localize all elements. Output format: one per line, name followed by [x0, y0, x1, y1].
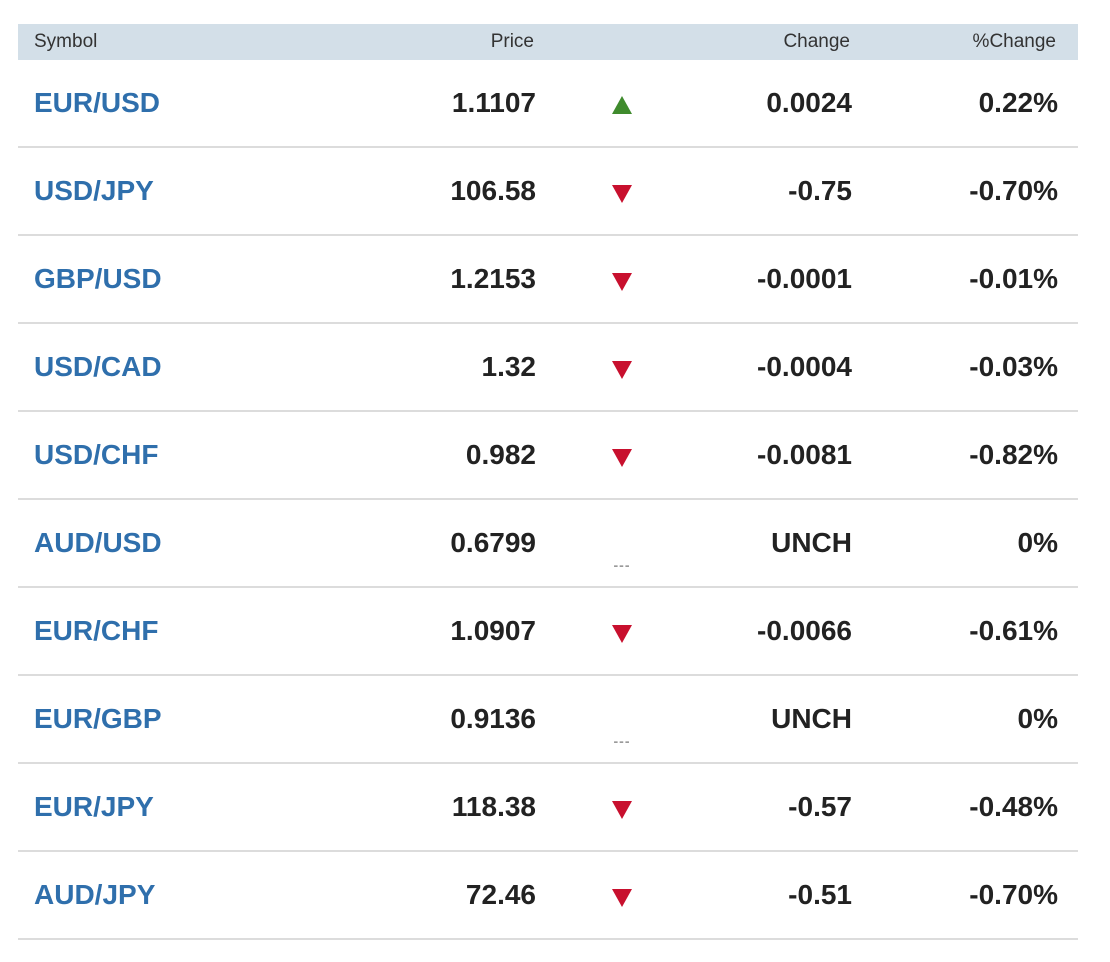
unchanged-dash-icon: ---	[613, 557, 631, 573]
table-row: USD/CHF 0.982 -0.0081 -0.82%	[18, 412, 1078, 500]
currency-quotes-table: Symbol Price Change %Change EUR/USD 1.11…	[18, 24, 1078, 940]
change-value: -0.0001	[757, 263, 852, 294]
table-row: USD/CAD 1.32 -0.0004 -0.03%	[18, 324, 1078, 412]
change-value: -0.0004	[757, 351, 852, 382]
direction-indicator	[608, 439, 636, 472]
symbol-link[interactable]: USD/CHF	[34, 439, 158, 471]
change-value: -0.51	[788, 879, 852, 910]
pct-change-value: -0.61%	[969, 615, 1058, 646]
symbol-link[interactable]: AUD/USD	[34, 527, 162, 559]
table-row: USD/JPY 106.58 -0.75 -0.70%	[18, 148, 1078, 236]
price-value: 0.982	[465, 439, 536, 470]
header-change[interactable]: Change	[783, 31, 850, 53]
change-value: -0.0081	[757, 439, 852, 470]
table-row: AUD/USD 0.6799 --- UNCH 0%	[18, 500, 1078, 588]
change-value: 0.0024	[766, 87, 852, 118]
arrow-down-icon	[612, 272, 632, 291]
table-row: AUD/JPY 72.46 -0.51 -0.70%	[18, 852, 1078, 940]
arrow-down-icon	[612, 624, 632, 643]
pct-change-value: -0.70%	[969, 175, 1058, 206]
symbol-link[interactable]: EUR/CHF	[34, 615, 158, 647]
arrow-up-icon	[612, 95, 632, 114]
table-row: EUR/GBP 0.9136 --- UNCH 0%	[18, 676, 1078, 764]
change-value: -0.75	[788, 175, 852, 206]
direction-indicator	[608, 263, 636, 296]
price-value: 1.0907	[450, 615, 536, 646]
table-row: EUR/CHF 1.0907 -0.0066 -0.61%	[18, 588, 1078, 676]
symbol-link[interactable]: EUR/JPY	[34, 791, 154, 823]
table-row: EUR/JPY 118.38 -0.57 -0.48%	[18, 764, 1078, 852]
arrow-down-icon	[612, 360, 632, 379]
direction-indicator	[608, 175, 636, 208]
change-value: UNCH	[771, 703, 852, 734]
pct-change-value: -0.48%	[969, 791, 1058, 822]
price-value: 118.38	[451, 791, 536, 822]
direction-indicator: ---	[608, 687, 636, 751]
header-price[interactable]: Price	[491, 31, 534, 53]
arrow-down-icon	[612, 184, 632, 203]
arrow-down-icon	[612, 888, 632, 907]
price-value: 0.6799	[450, 527, 536, 558]
direction-indicator	[608, 879, 636, 912]
pct-change-value: -0.70%	[969, 879, 1058, 910]
change-value: UNCH	[771, 527, 852, 558]
price-value: 1.2153	[450, 263, 536, 294]
price-value: 72.46	[465, 879, 536, 910]
price-value: 0.9136	[450, 703, 536, 734]
symbol-link[interactable]: GBP/USD	[34, 263, 162, 295]
table-row: GBP/USD 1.2153 -0.0001 -0.01%	[18, 236, 1078, 324]
arrow-down-icon	[612, 448, 632, 467]
direction-indicator	[608, 615, 636, 648]
price-value: 106.58	[450, 175, 536, 206]
arrow-down-icon	[612, 800, 632, 819]
pct-change-value: -0.82%	[969, 439, 1058, 470]
table-header: Symbol Price Change %Change	[18, 24, 1078, 60]
symbol-link[interactable]: USD/JPY	[34, 175, 154, 207]
symbol-link[interactable]: EUR/GBP	[34, 703, 162, 735]
change-value: -0.0066	[757, 615, 852, 646]
header-pct-change[interactable]: %Change	[973, 31, 1056, 53]
unchanged-dash-icon: ---	[613, 733, 631, 749]
table-row: EUR/USD 1.1107 0.0024 0.22%	[18, 60, 1078, 148]
symbol-link[interactable]: EUR/USD	[34, 87, 160, 119]
direction-indicator	[608, 88, 636, 119]
direction-indicator	[608, 351, 636, 384]
pct-change-value: 0.22%	[978, 87, 1058, 118]
direction-indicator: ---	[608, 511, 636, 575]
price-value: 1.1107	[451, 87, 536, 118]
pct-change-value: 0%	[1017, 703, 1058, 734]
price-value: 1.32	[481, 351, 537, 382]
direction-indicator	[608, 791, 636, 824]
header-symbol[interactable]: Symbol	[34, 31, 97, 53]
symbol-link[interactable]: AUD/JPY	[34, 879, 155, 911]
pct-change-value: -0.01%	[969, 263, 1058, 294]
change-value: -0.57	[788, 791, 852, 822]
pct-change-value: -0.03%	[969, 351, 1058, 382]
pct-change-value: 0%	[1017, 527, 1058, 558]
symbol-link[interactable]: USD/CAD	[34, 351, 162, 383]
table-body: EUR/USD 1.1107 0.0024 0.22% USD/JPY 106.…	[18, 60, 1078, 940]
